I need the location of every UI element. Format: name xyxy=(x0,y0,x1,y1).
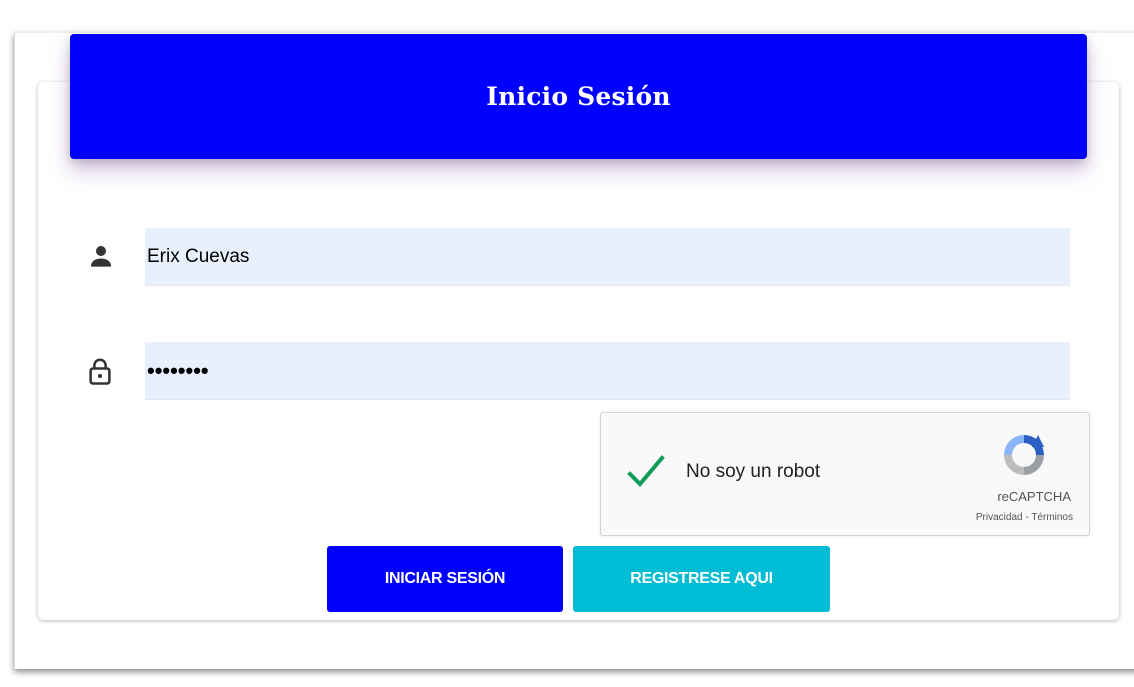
recaptcha-links: Privacidad - Términos xyxy=(976,512,1073,523)
recaptcha-label: No soy un robot xyxy=(686,461,821,482)
login-button[interactable]: INICIAR SESIÓN xyxy=(327,546,563,612)
recaptcha-checkbox-checked-icon[interactable] xyxy=(627,454,665,490)
username-input[interactable] xyxy=(145,228,1070,286)
lock-icon xyxy=(89,358,111,385)
recaptcha-brand: reCAPTCHA xyxy=(997,489,1071,504)
password-input[interactable] xyxy=(145,342,1070,400)
recaptcha-logo-icon xyxy=(1004,435,1044,475)
terms-link[interactable]: Términos xyxy=(1031,512,1073,523)
register-button[interactable]: REGISTRESE AQUI xyxy=(573,546,830,612)
card-header: Inicio Sesión xyxy=(70,34,1087,159)
privacy-link[interactable]: Privacidad xyxy=(976,512,1023,523)
person-icon xyxy=(91,246,111,267)
links-separator: - xyxy=(1022,512,1032,523)
recaptcha-widget: No soy un robot reCAPTCHA Privacidad - T… xyxy=(600,412,1090,536)
page-title: Inicio Sesión xyxy=(486,82,671,111)
